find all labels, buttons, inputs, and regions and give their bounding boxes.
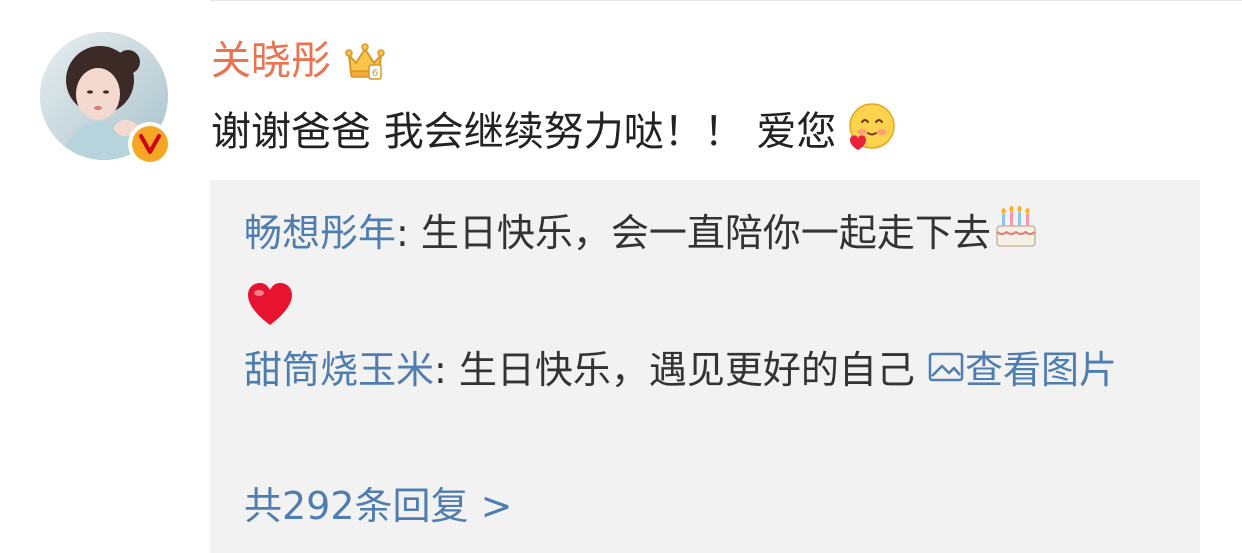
comment-text-row: 谢谢爸爸 我会继续努力哒！！ 爱您 — [211, 98, 896, 158]
comment-text: 谢谢爸爸 我会继续努力哒！！ 爱您 — [211, 109, 837, 155]
username[interactable]: 关晓彤 — [211, 32, 331, 90]
reply-box[interactable]: 畅想彤年: 生日快乐，会一直陪你一起走下去 甜筒烧玉米: 生日快乐，遇见更好的自… — [210, 180, 1200, 553]
reply-separator: : — [434, 348, 459, 392]
verified-v-icon — [132, 126, 168, 162]
red-heart-icon — [244, 279, 296, 331]
crown-vip-icon: 6 — [343, 39, 387, 83]
reply-author[interactable]: 甜筒烧玉米 — [244, 348, 434, 392]
reply-text: 生日快乐，遇见更好的自己 — [458, 348, 927, 392]
reply-author[interactable]: 畅想彤年 — [244, 211, 396, 255]
blush-emoji-icon — [844, 102, 896, 154]
reply-item[interactable]: 甜筒烧玉米: 生日快乐，遇见更好的自己 查看图片 — [244, 340, 1174, 403]
avatar-container[interactable] — [40, 32, 172, 166]
comment-card: 关晓彤 6 谢谢爸爸 我会继续努力哒！！ 爱您 畅想彤年: 生日快乐，会一直陪你… — [0, 0, 1242, 553]
image-icon[interactable] — [927, 343, 965, 403]
more-replies-link[interactable]: 共292条回复 > — [244, 476, 512, 536]
view-image-link[interactable]: 查看图片 — [965, 348, 1117, 392]
reply-text: 生日快乐，会一直陪你一起走下去 — [420, 211, 991, 255]
username-row: 关晓彤 6 — [211, 32, 387, 90]
reply-item[interactable]: 畅想彤年: 生日快乐，会一直陪你一起走下去 — [244, 202, 1174, 331]
svg-text:6: 6 — [372, 68, 378, 79]
reply-separator: : — [396, 211, 421, 255]
verified-badge — [128, 122, 172, 166]
birthday-cake-icon — [991, 202, 1041, 269]
top-divider — [210, 0, 1242, 1]
